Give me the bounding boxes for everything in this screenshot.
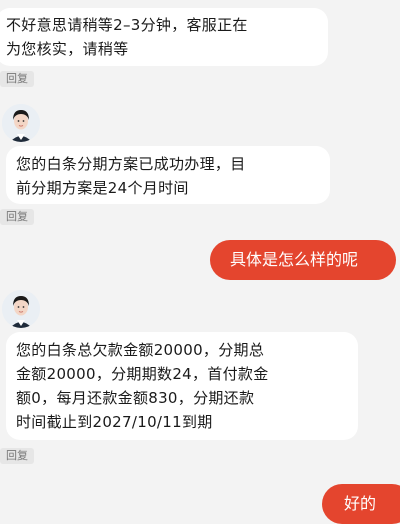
reply-button[interactable]: 回复 [0,71,34,87]
agent-message-bubble: 不好意思请稍等2–3分钟，客服正在 为您核实，请稍等 [0,8,328,66]
reply-button[interactable]: 回复 [0,448,34,464]
user-message-bubble: 好的 [322,484,400,524]
reply-button[interactable]: 回复 [0,209,34,225]
agent-avatar-icon [2,290,40,328]
agent-message-bubble: 您的白条分期方案已成功办理，目 前分期方案是24个月时间 [6,146,330,204]
agent-message-bubble: 您的白条总欠款金额20000，分期总 金额20000，分期期数24，首付款金 额… [6,332,358,440]
user-message-bubble: 具体是怎么样的呢 [210,240,396,280]
agent-avatar-icon [2,104,40,142]
